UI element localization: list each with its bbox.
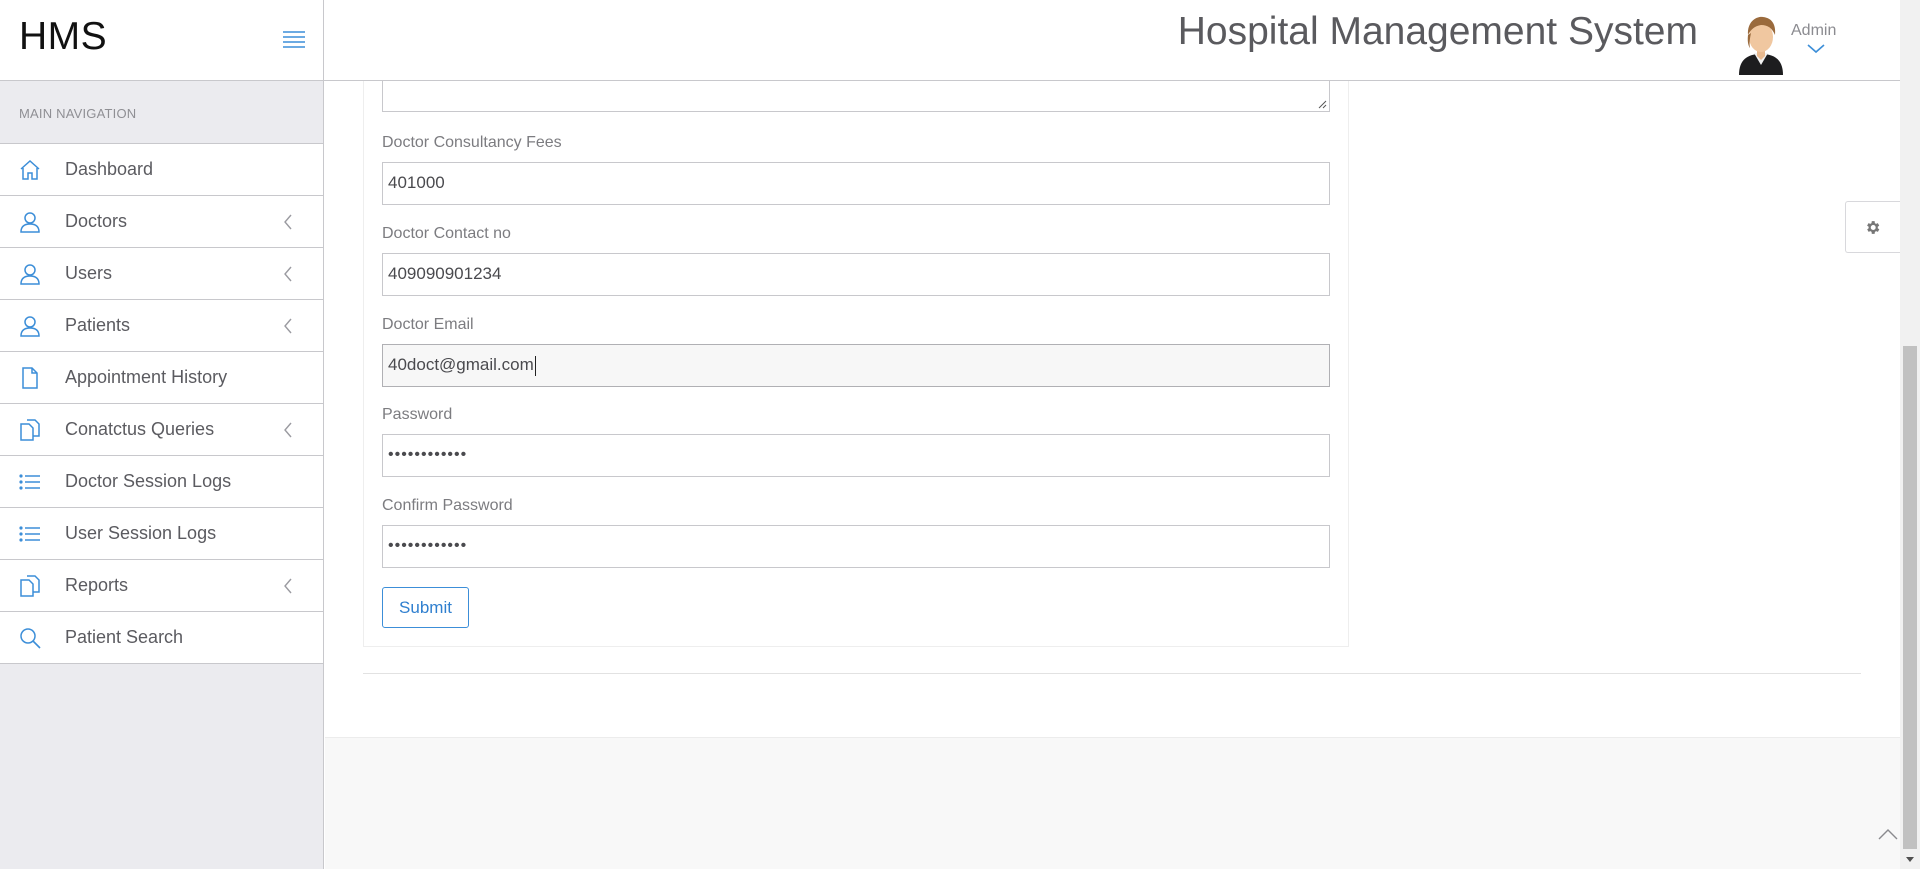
sidebar-item-label: Reports (65, 575, 129, 595)
chevron-down-icon[interactable] (1807, 44, 1825, 54)
sidebar-item-doctors[interactable]: Doctors (0, 196, 323, 248)
submit-button[interactable]: Submit (382, 587, 469, 628)
password-value: •••••••••••• (388, 446, 468, 463)
sidebar-item-doctor-session-logs[interactable]: Doctor Session Logs (0, 456, 323, 508)
files-icon (20, 419, 40, 441)
user-icon (20, 212, 40, 233)
chevron-left-icon (284, 266, 292, 282)
sidebar-item-contactus-queries[interactable]: Conatctus Queries (0, 404, 323, 456)
fees-input[interactable]: 401000 (382, 162, 1330, 205)
app-title: Hospital Management System (1177, 10, 1698, 53)
user-name[interactable]: Admin (1791, 22, 1836, 40)
chevron-left-icon (284, 578, 292, 594)
avatar[interactable] (1735, 13, 1787, 75)
fees-label: Doctor Consultancy Fees (382, 134, 562, 151)
confirm-password-label: Confirm Password (382, 497, 513, 514)
sidebar-item-label: Appointment History (65, 367, 228, 387)
email-label: Doctor Email (382, 316, 474, 333)
settings-button[interactable] (1845, 201, 1900, 253)
list-icon (19, 526, 40, 542)
fees-value: 401000 (388, 173, 445, 192)
sidebar: MAIN NAVIGATION Dashboard Doctors Users … (0, 81, 324, 869)
file-icon (22, 367, 38, 389)
sidebar-item-label: Doctors (65, 211, 128, 231)
chevron-left-icon (284, 318, 292, 334)
confirm-password-input[interactable]: •••••••••••• (382, 525, 1330, 568)
email-input[interactable]: 40doct@gmail.com (382, 344, 1330, 387)
contact-label: Doctor Contact no (382, 225, 511, 242)
email-value: 40doct@gmail.com (388, 355, 534, 374)
contact-value: 409090901234 (388, 264, 502, 283)
content-divider (363, 673, 1861, 674)
password-label: Password (382, 406, 453, 423)
sidebar-item-dashboard[interactable]: Dashboard (0, 144, 323, 196)
back-to-top-icon[interactable] (1878, 828, 1898, 840)
sidebar-item-label: Dashboard (65, 159, 154, 179)
search-icon (20, 628, 41, 649)
user-icon (20, 316, 40, 337)
scrollbar-thumb[interactable] (1903, 346, 1917, 849)
brand-logo-text[interactable]: HMS (19, 15, 107, 59)
resize-grip-icon[interactable] (1318, 100, 1327, 109)
nav-list: Dashboard Doctors Users Patients Appoint… (0, 143, 323, 664)
address-textarea[interactable] (382, 78, 1330, 112)
user-icon (20, 264, 40, 285)
chevron-left-icon (284, 214, 292, 230)
chevron-left-icon (284, 422, 292, 438)
footer-area (325, 737, 1900, 869)
sidebar-item-label: Patients (65, 315, 131, 335)
sidebar-item-label: Doctor Session Logs (65, 471, 232, 491)
password-input[interactable]: •••••••••••• (382, 434, 1330, 477)
menu-toggle-icon[interactable] (283, 30, 305, 48)
nav-heading: MAIN NAVIGATION (19, 106, 137, 121)
list-icon (19, 474, 40, 490)
top-bar: Hospital Management System Admin (324, 0, 1900, 81)
text-caret (534, 355, 536, 376)
sidebar-item-patient-search[interactable]: Patient Search (0, 612, 323, 664)
sidebar-item-label: User Session Logs (65, 523, 217, 543)
files-icon (20, 575, 40, 597)
brand-area: HMS (0, 0, 324, 81)
contact-input[interactable]: 409090901234 (382, 253, 1330, 296)
home-icon (20, 159, 40, 180)
sidebar-item-users[interactable]: Users (0, 248, 323, 300)
sidebar-item-label: Users (65, 263, 113, 283)
scroll-down-arrow-icon[interactable] (1905, 855, 1915, 865)
sidebar-item-patients[interactable]: Patients (0, 300, 323, 352)
sidebar-item-label: Conatctus Queries (65, 419, 215, 439)
sidebar-item-label: Patient Search (65, 627, 184, 647)
confirm-password-value: •••••••••••• (388, 537, 468, 554)
gear-icon (1867, 221, 1880, 234)
sidebar-item-appointment-history[interactable]: Appointment History (0, 352, 323, 404)
sidebar-item-user-session-logs[interactable]: User Session Logs (0, 508, 323, 560)
sidebar-item-reports[interactable]: Reports (0, 560, 323, 612)
